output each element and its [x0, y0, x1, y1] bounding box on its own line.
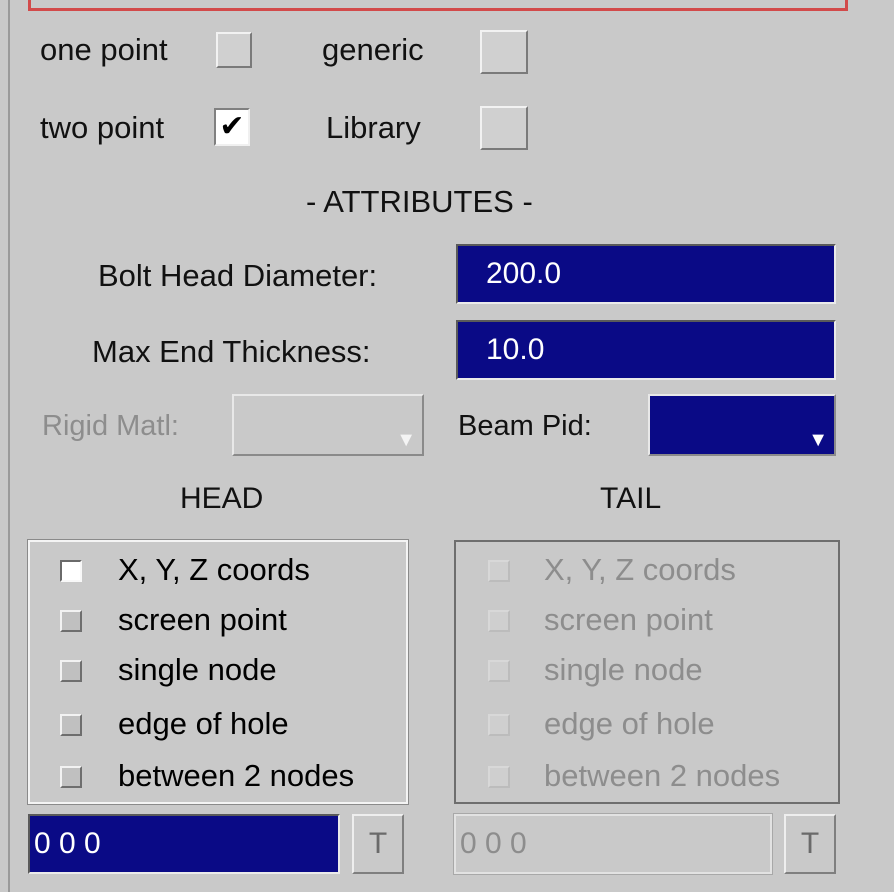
tail-option-between-2-nodes: between 2 nodes [456, 756, 838, 796]
head-option-edge-of-hole[interactable]: edge of hole [30, 704, 406, 744]
beam-pid-label: Beam Pid: [458, 410, 592, 442]
option-label: screen point [118, 602, 287, 637]
two-point-checkbox[interactable]: ✔ [214, 108, 250, 146]
one-point-label: one point [40, 32, 168, 67]
tail-option-single-node: single node [456, 650, 838, 690]
bolt-head-diameter-input[interactable]: 200.0 [456, 244, 836, 304]
rigid-matl-label: Rigid Matl: [42, 410, 179, 442]
head-coords-input[interactable]: 0 0 0 [28, 814, 340, 874]
library-toggle[interactable] [480, 106, 528, 150]
radio-icon[interactable] [60, 766, 82, 788]
panel-top-border [28, 0, 848, 11]
head-t-button[interactable]: T [352, 814, 404, 874]
dropdown-arrow-icon: ▼ [808, 429, 828, 451]
option-label: edge of hole [118, 706, 289, 741]
option-label: X, Y, Z coords [544, 552, 736, 587]
head-option-screen-point[interactable]: screen point [30, 600, 406, 640]
option-label: between 2 nodes [118, 758, 355, 793]
generic-label: generic [322, 32, 424, 67]
radio-icon[interactable] [60, 610, 82, 632]
dropdown-arrow-icon: ▼ [396, 429, 416, 451]
generic-toggle[interactable] [480, 30, 528, 74]
tail-option-screen-point: screen point [456, 600, 838, 640]
library-label: Library [326, 110, 421, 145]
option-label: screen point [544, 602, 713, 637]
head-option-single-node[interactable]: single node [30, 650, 406, 690]
radio-icon[interactable] [60, 560, 82, 582]
tail-t-button: T [784, 814, 836, 874]
option-label: edge of hole [544, 706, 715, 741]
tail-title: TAIL [600, 482, 662, 515]
checkmark-icon: ✔ [219, 110, 245, 143]
option-label: X, Y, Z coords [118, 552, 310, 587]
radio-icon[interactable] [60, 714, 82, 736]
option-label: single node [118, 652, 277, 687]
tail-options-group: X, Y, Z coords screen point single node … [454, 540, 840, 804]
radio-icon [488, 610, 510, 632]
head-options-group: X, Y, Z coords screen point single node … [27, 539, 409, 805]
radio-icon [488, 660, 510, 682]
radio-icon [488, 714, 510, 736]
max-end-thickness-label: Max End Thickness: [92, 334, 371, 369]
rigid-matl-dropdown[interactable]: ▼ [232, 394, 424, 456]
radio-icon[interactable] [60, 660, 82, 682]
option-label: single node [544, 652, 703, 687]
head-title: HEAD [180, 482, 264, 515]
radio-icon [488, 560, 510, 582]
bolt-head-diameter-label: Bolt Head Diameter: [98, 258, 378, 293]
head-option-xyz[interactable]: X, Y, Z coords [30, 550, 406, 590]
one-point-toggle[interactable] [216, 32, 252, 68]
max-end-thickness-input[interactable]: 10.0 [456, 320, 836, 380]
beam-pid-dropdown[interactable]: ▼ [648, 394, 836, 456]
tail-option-edge-of-hole: edge of hole [456, 704, 838, 744]
two-point-label: two point [40, 110, 165, 145]
attributes-header: - ATTRIBUTES - [306, 184, 533, 219]
tail-option-xyz: X, Y, Z coords [456, 550, 838, 590]
radio-icon [488, 766, 510, 788]
option-label: between 2 nodes [544, 758, 781, 793]
tail-coords-input: 0 0 0 [453, 813, 773, 875]
head-option-between-2-nodes[interactable]: between 2 nodes [30, 756, 406, 796]
